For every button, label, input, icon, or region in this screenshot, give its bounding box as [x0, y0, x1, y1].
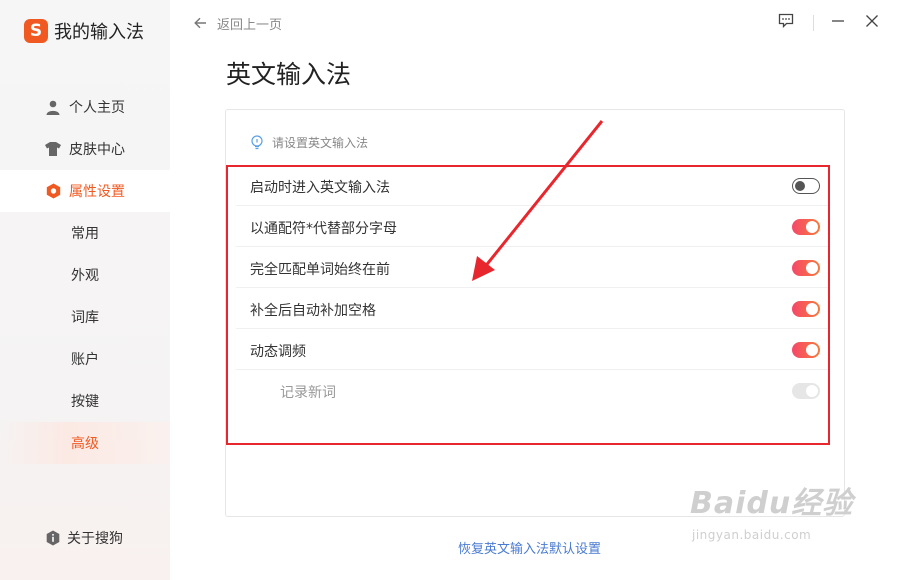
watermark-brand: Baidu经验	[690, 486, 854, 521]
watermark: Baidu经验 jingyan.baidu.com	[690, 478, 853, 542]
watermark-url: jingyan.baidu.com	[692, 528, 812, 542]
restore-defaults-link[interactable]: 恢复英文输入法默认设置	[458, 538, 601, 557]
